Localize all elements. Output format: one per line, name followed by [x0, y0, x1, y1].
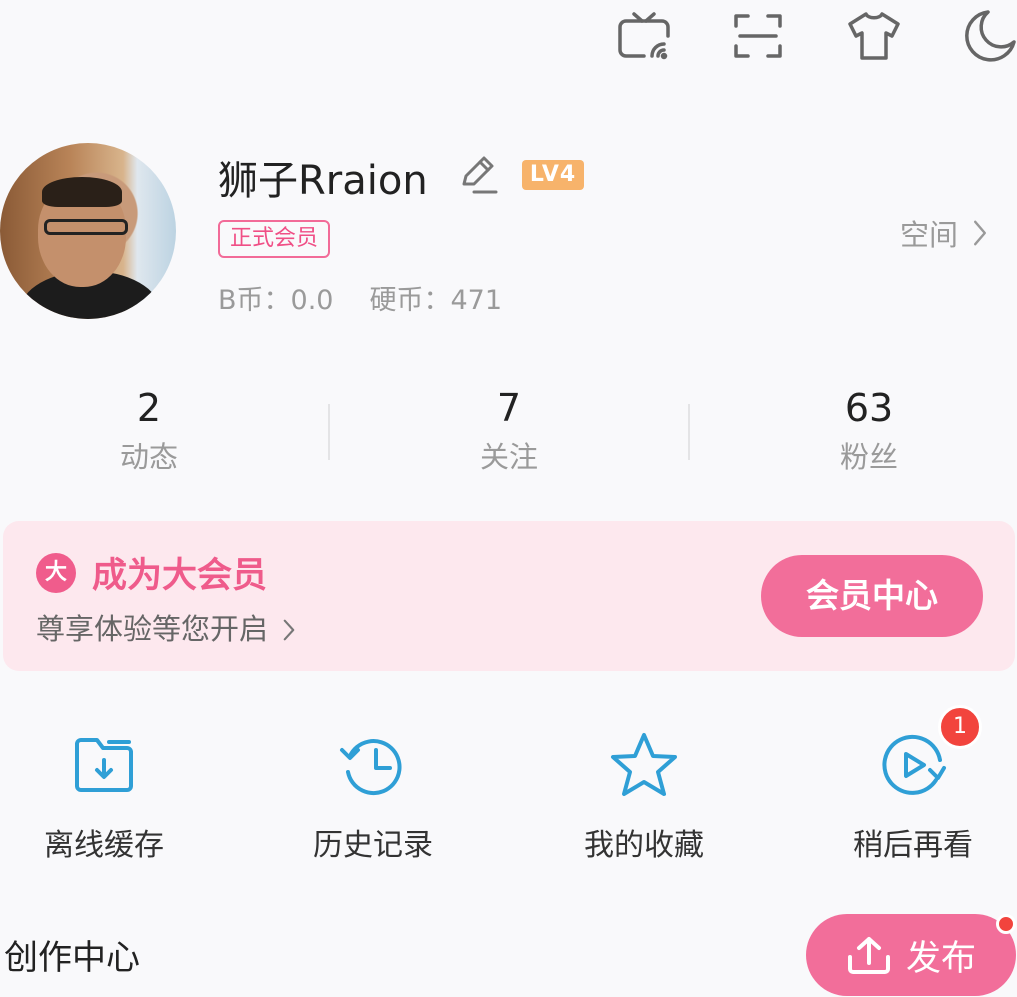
- tool-label: 我的收藏: [584, 828, 704, 863]
- notification-badge: 1: [938, 705, 982, 749]
- tool-history[interactable]: 历史记录: [263, 730, 483, 864]
- stat-following[interactable]: 7 关注: [409, 386, 609, 476]
- stat-value: 7: [496, 386, 522, 430]
- vip-subtitle-text: 尊享体验等您开启: [36, 612, 269, 646]
- publish-button[interactable]: 发布: [806, 914, 1016, 996]
- tool-label: 历史记录: [313, 828, 433, 863]
- creator-center-title: 创作中心: [4, 938, 140, 978]
- download-folder-icon: [69, 730, 139, 800]
- space-link[interactable]: 空间: [900, 212, 988, 254]
- stat-value: 63: [844, 386, 894, 430]
- b-coin-value: B币：0.0: [218, 285, 334, 316]
- tool-favorites[interactable]: 我的收藏: [534, 730, 754, 864]
- publish-notification-dot: [996, 914, 1016, 934]
- history-clock-icon: [338, 730, 408, 800]
- star-icon: [609, 730, 679, 800]
- tool-label: 离线缓存: [44, 828, 164, 863]
- coin-value: 硬币：471: [369, 285, 503, 316]
- tshirt-icon[interactable]: [846, 8, 902, 64]
- tv-cast-icon[interactable]: [616, 8, 672, 64]
- avatar[interactable]: [0, 143, 176, 319]
- vip-title: 成为大会员: [92, 556, 268, 596]
- coin-info: B币：0.0 硬币：471: [218, 278, 538, 317]
- user-name: 狮子Rraion: [218, 158, 428, 204]
- member-tag: 正式会员: [218, 220, 331, 258]
- tool-label: 稍后再看: [853, 828, 973, 863]
- chevron-right-icon: [283, 619, 295, 641]
- chevron-right-icon: [974, 220, 987, 246]
- watch-later-icon: [878, 730, 948, 800]
- level-badge: LV4: [522, 160, 584, 190]
- tool-offline-cache[interactable]: 离线缓存: [0, 730, 214, 864]
- vip-icon: 大: [36, 553, 76, 593]
- stat-label: 粉丝: [839, 440, 898, 474]
- stat-label: 关注: [479, 440, 538, 474]
- vip-subtitle[interactable]: 尊享体验等您开启: [36, 606, 295, 648]
- tool-watch-later[interactable]: 稍后再看: [803, 730, 1017, 864]
- stat-fans[interactable]: 63 粉丝: [769, 386, 969, 476]
- stat-label: 动态: [119, 440, 178, 474]
- moon-icon[interactable]: [962, 8, 1017, 64]
- scan-icon[interactable]: [730, 8, 786, 64]
- upload-icon: [847, 937, 890, 974]
- space-label: 空间: [900, 218, 959, 252]
- divider: [328, 404, 330, 460]
- divider: [688, 404, 690, 460]
- edit-icon[interactable]: [456, 152, 500, 196]
- stat-dynamics[interactable]: 2 动态: [49, 386, 249, 476]
- publish-label: 发布: [905, 938, 976, 979]
- stat-value: 2: [136, 386, 162, 430]
- vip-center-button[interactable]: 会员中心: [761, 555, 983, 637]
